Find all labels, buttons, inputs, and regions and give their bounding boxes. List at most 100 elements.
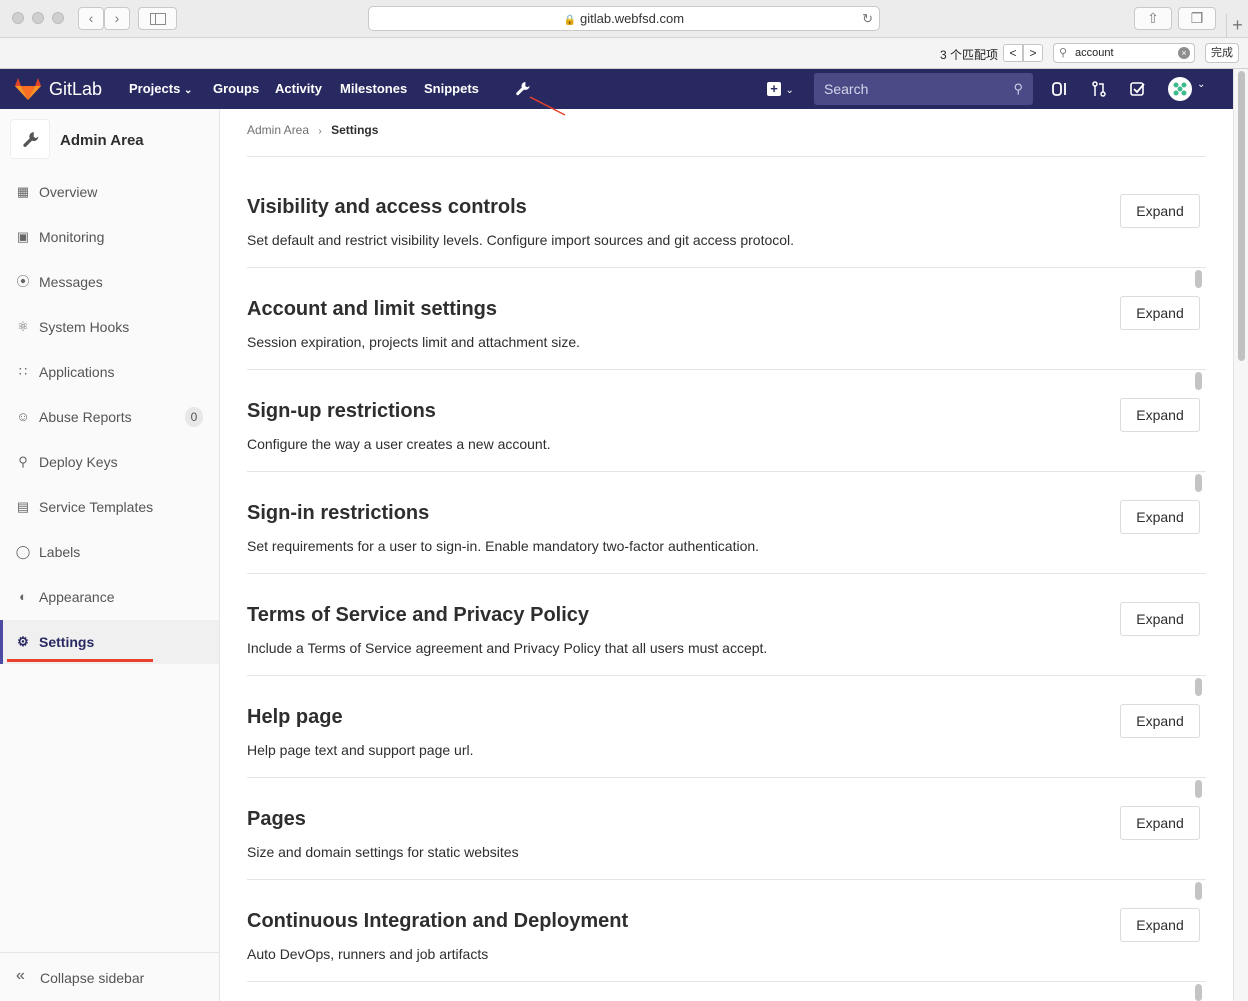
- settings-section: Pages Size and domain settings for stati…: [247, 778, 1206, 880]
- settings-section: Continuous Integration and Deployment Au…: [247, 880, 1206, 982]
- sidebar-item-settings[interactable]: ⚙ Settings: [0, 620, 219, 664]
- section-scroll-grip[interactable]: [1195, 372, 1202, 390]
- collapse-sidebar-button[interactable]: « Collapse sidebar: [0, 952, 219, 1001]
- hook-icon: ⚛: [17, 319, 29, 334]
- section-title: Account and limit settings: [247, 298, 498, 320]
- tabs-overview-button[interactable]: ❐: [1178, 7, 1216, 30]
- sidebar-item-overview[interactable]: ▦ Overview: [0, 170, 219, 214]
- sidebar-title: Admin Area: [60, 132, 144, 149]
- nav-projects-label: Projects: [129, 81, 181, 96]
- double-chevron-left-icon: «: [16, 967, 25, 984]
- sidebar-item-messages[interactable]: ⦿ Messages: [0, 260, 219, 304]
- monitor-icon: ▣: [16, 229, 30, 244]
- collapse-label: Collapse sidebar: [40, 970, 145, 986]
- palette-icon: ◐: [19, 589, 27, 604]
- overview-icon: ▦: [16, 184, 30, 199]
- section-scroll-grip[interactable]: [1195, 270, 1202, 288]
- user-menu[interactable]: ⌄: [1168, 77, 1205, 101]
- nav-activity[interactable]: Activity: [275, 69, 322, 109]
- new-tab-button[interactable]: +: [1226, 14, 1248, 38]
- nav-snippets[interactable]: Snippets: [424, 69, 479, 109]
- sidebar-item-monitoring[interactable]: ▣ Monitoring: [0, 215, 219, 259]
- sidebar-item-label: Monitoring: [39, 229, 105, 245]
- section-description: Set requirements for a user to sign-in. …: [247, 538, 760, 554]
- settings-section: Terms of Service and Privacy Policy Incl…: [247, 574, 1206, 676]
- gitlab-logo-icon[interactable]: [15, 77, 41, 101]
- chevron-down-icon: ⌄: [785, 85, 794, 96]
- minimize-window-button[interactable]: [32, 12, 44, 24]
- section-description: Help page text and support page url.: [247, 742, 474, 758]
- section-description: Auto DevOps, runners and job artifacts: [247, 946, 489, 962]
- sidebar-item-label: Overview: [39, 184, 98, 200]
- settings-section: Help page Help page text and support pag…: [247, 676, 1206, 778]
- sidebar-item-label: Deploy Keys: [39, 454, 118, 470]
- breadcrumb-parent[interactable]: Admin Area: [247, 123, 309, 137]
- section-title: Help page: [247, 706, 343, 728]
- find-previous-button[interactable]: <: [1003, 44, 1023, 62]
- expand-button[interactable]: Expand: [1120, 398, 1200, 432]
- sidebar-header[interactable]: Admin Area: [10, 117, 210, 161]
- find-query: account: [1075, 47, 1114, 59]
- sidebar-item-system-hooks[interactable]: ⚛ System Hooks: [0, 305, 219, 349]
- expand-button[interactable]: Expand: [1120, 704, 1200, 738]
- settings-section: Account and limit settings Session expir…: [247, 268, 1206, 370]
- expand-button[interactable]: Expand: [1120, 806, 1200, 840]
- section-description: Size and domain settings for static webs…: [247, 844, 519, 860]
- expand-button[interactable]: Expand: [1120, 296, 1200, 330]
- settings-content: Admin Area › Settings Visibility and acc…: [220, 109, 1233, 1001]
- section-scroll-grip[interactable]: [1195, 474, 1202, 492]
- expand-button[interactable]: Expand: [1120, 194, 1200, 228]
- chevron-down-icon: ⌄: [1197, 79, 1206, 90]
- clear-icon[interactable]: ×: [1178, 47, 1190, 59]
- new-item-dropdown[interactable]: + ⌄: [767, 69, 794, 109]
- sidebar-item-labels[interactable]: ◯ Labels: [0, 530, 219, 574]
- brand-name[interactable]: GitLab: [49, 69, 102, 109]
- back-button[interactable]: ‹: [78, 7, 104, 30]
- search-icon: ⚲: [1013, 81, 1023, 96]
- reload-icon[interactable]: ↻: [862, 7, 873, 31]
- section-scroll-grip[interactable]: [1195, 882, 1202, 900]
- find-next-button[interactable]: >: [1023, 44, 1043, 62]
- sidebar-item-deploy-keys[interactable]: ⚲ Deploy Keys: [0, 440, 219, 484]
- url-text: gitlab.webfsd.com: [580, 11, 685, 26]
- sidebar-item-service-templates[interactable]: ▤ Service Templates: [0, 485, 219, 529]
- sidebar-item-appearance[interactable]: ◐ Appearance: [0, 575, 219, 619]
- sidebar-item-label: Abuse Reports: [39, 409, 132, 425]
- share-button[interactable]: ⇧: [1134, 7, 1172, 30]
- section-title: Sign-up restrictions: [247, 400, 436, 422]
- browser-toolbar: ‹ › 🔒 gitlab.webfsd.com ↻ ⇧ ❐ +: [0, 0, 1248, 38]
- search-input[interactable]: Search ⚲: [814, 73, 1033, 105]
- section-scroll-grip[interactable]: [1195, 780, 1202, 798]
- find-done-button[interactable]: 完成: [1205, 43, 1239, 63]
- sidebar-item-applications[interactable]: ∷ Applications: [0, 350, 219, 394]
- nav-milestones[interactable]: Milestones: [340, 69, 407, 109]
- find-input[interactable]: ⚲ account ×: [1053, 43, 1195, 63]
- scrollbar-thumb[interactable]: [1238, 71, 1245, 361]
- expand-button[interactable]: Expand: [1120, 602, 1200, 636]
- zoom-window-button[interactable]: [52, 12, 64, 24]
- lock-icon: 🔒: [563, 15, 577, 26]
- find-search-icon: ⚲: [1059, 47, 1068, 59]
- section-scroll-grip[interactable]: [1195, 678, 1202, 696]
- close-window-button[interactable]: [12, 12, 24, 24]
- merge-request-icon[interactable]: [1091, 81, 1107, 97]
- section-scroll-grip[interactable]: [1195, 984, 1202, 1001]
- address-bar[interactable]: 🔒 gitlab.webfsd.com ↻: [368, 6, 880, 31]
- nav-projects[interactable]: Projects ⌄: [129, 69, 192, 109]
- sidebar-toggle-button[interactable]: [138, 7, 177, 30]
- find-bar: 3 个匹配项 < > ⚲ account × 完成: [0, 38, 1248, 69]
- forward-button[interactable]: ›: [104, 7, 130, 30]
- sidebar-item-label: Applications: [39, 364, 115, 380]
- gear-icon: ⚙: [17, 634, 29, 649]
- page-scrollbar[interactable]: [1233, 69, 1248, 1001]
- section-description: Include a Terms of Service agreement and…: [247, 640, 768, 656]
- nav-groups[interactable]: Groups: [213, 69, 259, 109]
- expand-button[interactable]: Expand: [1120, 908, 1200, 942]
- expand-button[interactable]: Expand: [1120, 500, 1200, 534]
- section-title: Sign-in restrictions: [247, 502, 430, 524]
- sidebar-item-abuse-reports[interactable]: ☺ Abuse Reports 0: [0, 395, 219, 439]
- todos-icon[interactable]: [1130, 81, 1146, 97]
- issues-icon[interactable]: [1052, 81, 1068, 97]
- section-title: Pages: [247, 808, 306, 830]
- sidebar-item-label: System Hooks: [39, 319, 130, 335]
